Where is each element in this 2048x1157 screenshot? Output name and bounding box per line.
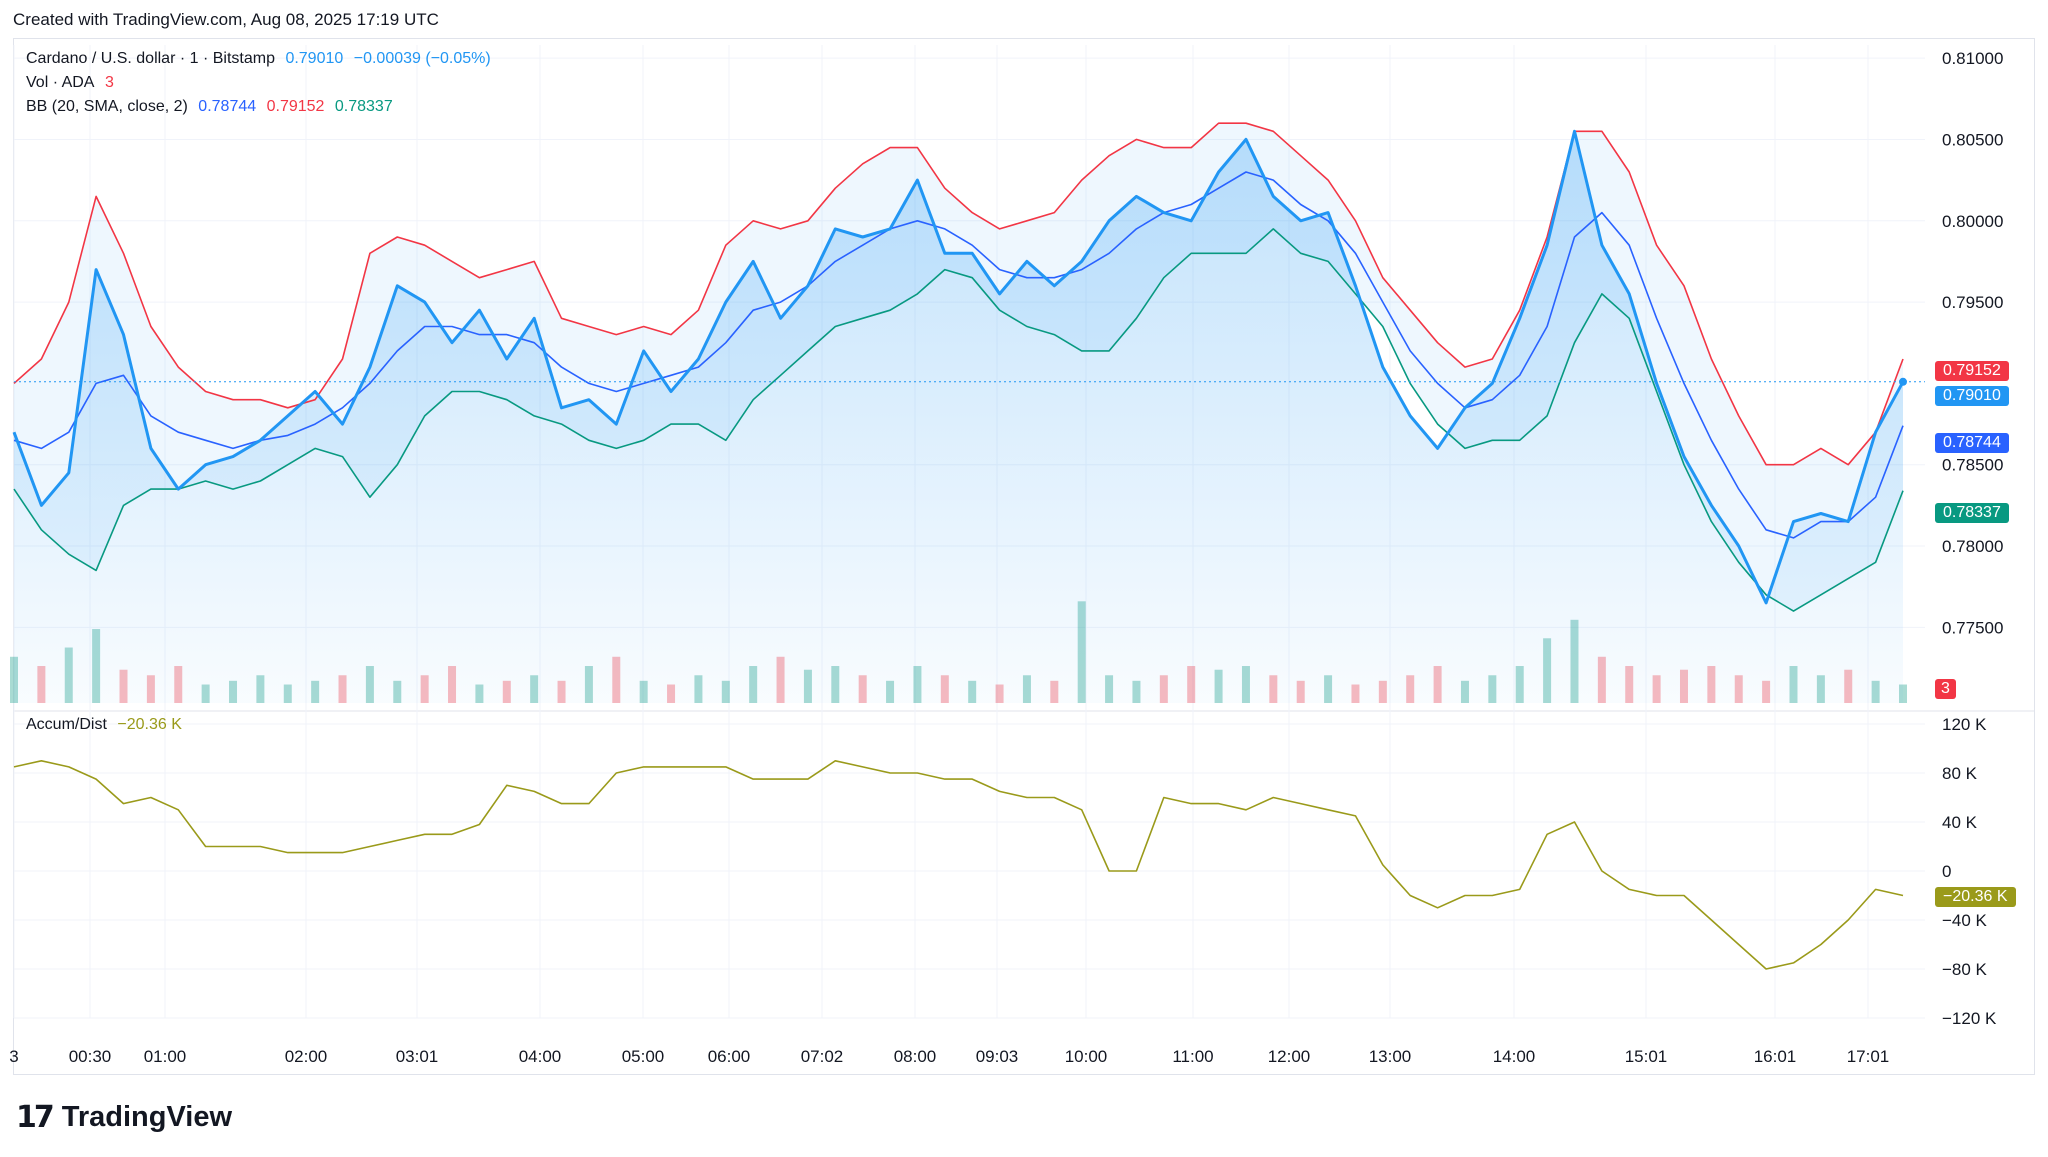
price-axis-tick: 0.80500 [1942, 130, 2003, 149]
price-axis-tick: 0.78500 [1942, 456, 2003, 475]
time-axis-tick: 08:00 [894, 1047, 937, 1066]
volume-label[interactable]: Vol · ADA [26, 74, 94, 91]
bb-basis-value: 0.78744 [198, 98, 257, 115]
ad-axis-tick: −40 K [1942, 911, 1988, 930]
bb-lower-value: 0.78337 [334, 98, 393, 115]
ad-axis-tick: 120 K [1942, 715, 1987, 734]
price-axis-tick: 0.77500 [1942, 618, 2003, 637]
time-axis-tick: 15:01 [1625, 1047, 1668, 1066]
time-axis-tick: 09:03 [976, 1047, 1019, 1066]
ad-axis-tick: −120 K [1942, 1009, 1997, 1028]
time-axis-tick: 02:00 [285, 1047, 328, 1066]
bb-legend: BB (20, SMA, close, 2) 0.78744 0.79152 0… [26, 98, 399, 116]
time-axis-tick: 00:30 [69, 1047, 112, 1066]
time-axis-tick: 11:00 [1172, 1047, 1213, 1066]
bb-upper-price-tag: 0.79152 [1935, 361, 2009, 381]
time-axis-tick: 17:01 [1847, 1047, 1890, 1066]
volume-value: 3 [104, 74, 114, 91]
price-change: −0.00039 (−0.05%) [353, 50, 491, 67]
symbol-title[interactable]: Cardano / U.S. dollar · 1 · Bitstamp [26, 50, 275, 67]
time-axis-tick: 05:00 [622, 1047, 665, 1066]
ad-axis-tick: 0 [1942, 862, 1951, 881]
chart-canvas[interactable]: 0.81000 0.80500 0.80000 0.79500 0.78500 0.780… [0, 0, 2048, 1157]
price-axis-tick: 0.81000 [1942, 49, 2003, 68]
time-axis-tick: 3 [9, 1047, 18, 1066]
time-axis-tick: 03:01 [396, 1047, 439, 1066]
time-axis-tick: 07:02 [801, 1047, 844, 1066]
last-price-tag: 0.79010 [1935, 386, 2009, 406]
time-axis-tick: 10:00 [1065, 1047, 1108, 1066]
ad-axis-tick: −80 K [1942, 960, 1988, 979]
last-price-marker [1899, 377, 1907, 386]
time-axis-tick: 13:00 [1369, 1047, 1412, 1066]
last-price: 0.79010 [285, 50, 344, 67]
time-axis-tick: 12:00 [1268, 1047, 1311, 1066]
price-axis-tick: 0.80000 [1942, 212, 2003, 231]
volume-legend: Vol · ADA 3 [26, 74, 120, 92]
bb-upper-value: 0.79152 [266, 98, 325, 115]
time-axis-tick: 16:01 [1754, 1047, 1797, 1066]
ad-legend: Accum/Dist −20.36 K [26, 716, 188, 734]
volume-price-tag: 3 [1935, 679, 1956, 699]
price-axis-tick: 0.79500 [1942, 293, 2003, 312]
ad-price-tag: −20.36 K [1935, 887, 2016, 907]
ad-axis-tick: 40 K [1942, 813, 1978, 832]
tradingview-wordmark: TradingView [61, 1101, 233, 1133]
time-axis-tick: 14:00 [1493, 1047, 1536, 1066]
ad-label[interactable]: Accum/Dist [26, 716, 107, 733]
tradingview-mark-icon: 17 [16, 1100, 55, 1135]
symbol-legend: Cardano / U.S. dollar · 1 · Bitstamp 0.7… [26, 50, 497, 68]
bb-basis-price-tag: 0.78744 [1935, 433, 2009, 453]
ad-line [13, 760, 1904, 970]
tradingview-logo[interactable]: 17 TradingView [16, 1100, 232, 1135]
bb-lower-price-tag: 0.78337 [1935, 503, 2009, 523]
time-axis-tick: 04:00 [519, 1047, 562, 1066]
ad-value: −20.36 K [117, 716, 182, 733]
time-axis-tick: 06:00 [708, 1047, 751, 1066]
price-axis-tick: 0.78000 [1942, 537, 2003, 556]
time-axis-tick: 01:00 [144, 1047, 187, 1066]
ad-axis-tick: 80 K [1942, 764, 1978, 783]
bb-label[interactable]: BB (20, SMA, close, 2) [26, 98, 188, 115]
